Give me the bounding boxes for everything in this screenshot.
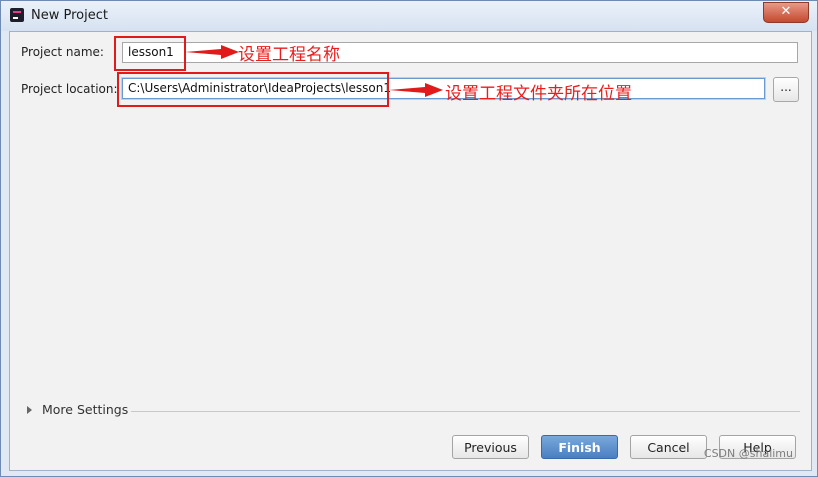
location-highlight-box — [117, 72, 389, 107]
close-button[interactable]: ✕ — [763, 2, 809, 23]
previous-button[interactable]: Previous — [452, 435, 529, 459]
window-title: New Project — [31, 8, 108, 23]
intellij-app-icon — [10, 8, 24, 22]
separator — [131, 411, 800, 412]
project-location-label: Project location: — [21, 82, 118, 96]
project-name-label: Project name: — [21, 45, 104, 59]
triangle-right-icon[interactable] — [27, 406, 32, 414]
red-arrow-icon — [185, 45, 239, 59]
more-settings-toggle[interactable]: More Settings — [42, 402, 128, 417]
finish-button[interactable]: Finish — [541, 435, 618, 459]
new-project-dialog: New Project ✕ Project name: Project loca… — [0, 0, 818, 477]
red-arrow-icon — [389, 83, 443, 97]
cancel-button[interactable]: Cancel — [630, 435, 707, 459]
dialog-content: Project name: Project location: ... 设置工程… — [9, 31, 812, 471]
browse-button[interactable]: ... — [773, 77, 799, 102]
name-annotation: 设置工程名称 — [238, 45, 340, 65]
name-highlight-box — [114, 36, 186, 71]
title-bar[interactable]: New Project ✕ — [1, 1, 817, 31]
watermark: CSDN @shalimu — [703, 447, 793, 460]
location-annotation: 设置工程文件夹所在位置 — [445, 84, 632, 104]
